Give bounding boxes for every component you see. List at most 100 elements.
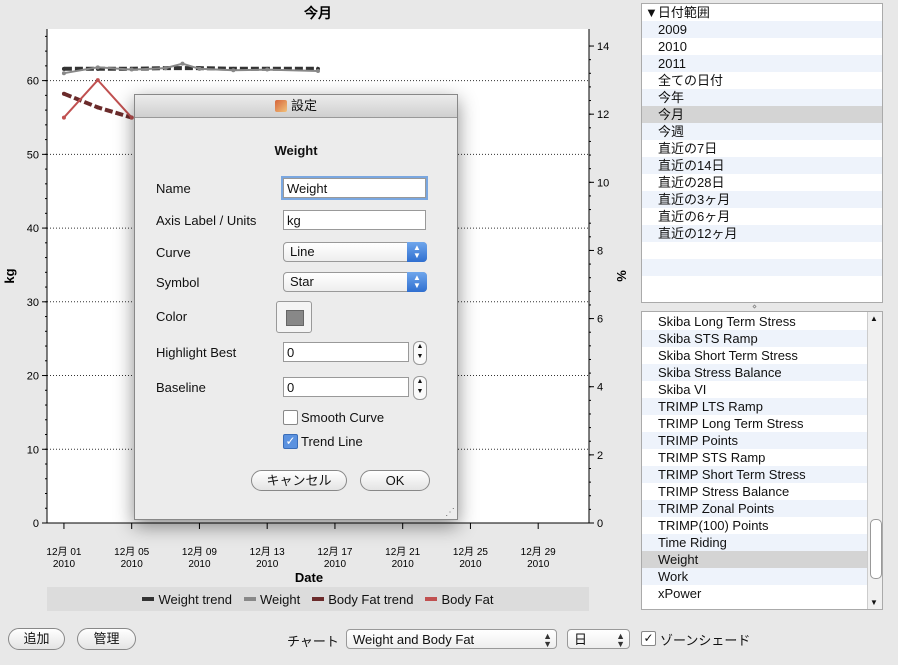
list-item[interactable]: xPower bbox=[642, 585, 882, 602]
date-range-list[interactable]: ▼日付範囲 2009 2010 2011 全ての日付 今年 今月 今週 直近の7日 直近の14日直… bbox=[641, 3, 883, 303]
x-tick-day: 12月 25 bbox=[453, 546, 488, 558]
list-item[interactable]: 2009 bbox=[642, 21, 882, 38]
list-item[interactable]: Skiba Long Term Stress bbox=[642, 313, 882, 330]
x-tick-year: 2010 bbox=[324, 559, 347, 570]
left-tick-label: 40 bbox=[27, 223, 39, 235]
chart-select[interactable]: Weight and Body Fat ▲ ▼ bbox=[346, 629, 557, 649]
list-item[interactable]: 直近の28日 bbox=[642, 174, 882, 191]
empty-row bbox=[642, 276, 882, 293]
date-range-header[interactable]: ▼日付範囲 bbox=[642, 4, 882, 21]
trend-line-checkbox[interactable]: ✓ bbox=[283, 434, 298, 449]
legend-body-fat: Body Fat bbox=[425, 592, 494, 607]
splitter-handle[interactable]: ⋄ bbox=[752, 302, 757, 311]
x-ticks: 12月 01201012月 05201012月 09201012月 132010… bbox=[46, 523, 556, 570]
list-item[interactable]: 直近の6ヶ月 bbox=[642, 208, 882, 225]
legend-weight-trend: Weight trend bbox=[142, 592, 232, 607]
cancel-button[interactable]: キャンセル bbox=[251, 470, 347, 491]
list-item[interactable]: TRIMP Long Term Stress bbox=[642, 415, 882, 432]
right-tick-label: 6 bbox=[597, 314, 603, 326]
resize-grip-icon[interactable]: ⋰ bbox=[445, 507, 455, 518]
list-item[interactable]: TRIMP Stress Balance bbox=[642, 483, 882, 500]
right-tick-label: 12 bbox=[597, 109, 609, 121]
left-tick-label: 20 bbox=[27, 371, 39, 383]
data-point bbox=[265, 67, 270, 72]
list-item[interactable]: TRIMP LTS Ramp bbox=[642, 398, 882, 415]
curve-select-value: Line bbox=[290, 244, 315, 259]
smooth-curve-label: Smooth Curve bbox=[301, 410, 385, 425]
name-input[interactable]: Weight bbox=[283, 178, 426, 198]
list-item[interactable]: 全ての日付 bbox=[642, 72, 882, 89]
list-item[interactable]: Weight bbox=[642, 551, 882, 568]
zone-shade-checkbox[interactable]: ✓ bbox=[641, 631, 656, 646]
x-tick-day: 12月 09 bbox=[182, 546, 217, 558]
period-select[interactable]: 日 ▲ ▼ bbox=[567, 629, 630, 649]
list-item[interactable]: 直近の3ヶ月 bbox=[642, 191, 882, 208]
data-point bbox=[197, 66, 202, 71]
dialog-titlebar[interactable]: 設定 bbox=[135, 95, 457, 118]
axis-label-label: Axis Label / Units bbox=[156, 213, 257, 228]
baseline-input[interactable]: 0 bbox=[283, 377, 409, 397]
right-tick-label: 10 bbox=[597, 177, 609, 189]
metrics-list[interactable]: Skiba Long Term Stress Skiba STS Ramp Skib… bbox=[641, 311, 883, 610]
x-tick-year: 2010 bbox=[527, 559, 550, 570]
left-axis-label: kg bbox=[2, 268, 17, 283]
highlight-best-input[interactable]: 0 bbox=[283, 342, 409, 362]
data-point bbox=[129, 67, 134, 72]
manage-button[interactable]: 管理 bbox=[77, 628, 136, 650]
list-item[interactable]: TRIMP Points bbox=[642, 432, 882, 449]
data-point bbox=[61, 66, 66, 71]
color-button[interactable] bbox=[276, 301, 312, 333]
list-item[interactable]: 2010 bbox=[642, 38, 882, 55]
ok-button[interactable]: OK bbox=[360, 470, 430, 491]
legend-swatch bbox=[312, 597, 325, 601]
list-item[interactable]: TRIMP Short Term Stress bbox=[642, 466, 882, 483]
baseline-label: Baseline bbox=[156, 380, 206, 395]
list-item[interactable]: 2011 bbox=[642, 55, 882, 72]
highlight-best-stepper[interactable]: ▲ ▼ bbox=[413, 341, 427, 365]
data-point bbox=[163, 66, 168, 71]
scroll-thumb[interactable] bbox=[870, 519, 882, 579]
baseline-stepper[interactable]: ▲ ▼ bbox=[413, 376, 427, 400]
right-tick-label: 14 bbox=[597, 41, 609, 53]
empty-row bbox=[642, 242, 882, 259]
list-item[interactable]: 今月 bbox=[642, 106, 882, 123]
select-arrows-icon: ▲ ▼ bbox=[407, 272, 427, 292]
curve-select[interactable]: Line ▲ ▼ bbox=[283, 242, 427, 262]
zone-shade-label: ゾーンシェード bbox=[660, 633, 751, 648]
list-item[interactable]: Time Riding bbox=[642, 534, 882, 551]
metrics-scrollbar[interactable]: ▲ ▼ bbox=[867, 312, 882, 609]
data-point bbox=[180, 61, 185, 66]
dialog-title: 設定 bbox=[290, 98, 317, 113]
list-item[interactable]: Skiba STS Ramp bbox=[642, 330, 882, 347]
legend-weight: Weight bbox=[243, 592, 300, 607]
list-item[interactable]: TRIMP(100) Points bbox=[642, 517, 882, 534]
list-item[interactable]: 今週 bbox=[642, 123, 882, 140]
smooth-curve-checkbox[interactable] bbox=[283, 410, 298, 425]
left-tick-label: 0 bbox=[33, 518, 39, 530]
list-item[interactable]: 直近の14日 bbox=[642, 157, 882, 174]
right-ticks: 0 2 4 6 8 10 12 14 bbox=[589, 41, 609, 530]
axis-label-input[interactable]: kg bbox=[283, 210, 426, 230]
data-point bbox=[316, 69, 320, 74]
list-item[interactable]: 直近の7日 bbox=[642, 140, 882, 157]
list-item[interactable]: Skiba Stress Balance bbox=[642, 364, 882, 381]
list-item[interactable]: TRIMP STS Ramp bbox=[642, 449, 882, 466]
right-tick-label: 4 bbox=[597, 382, 603, 394]
scroll-down-icon[interactable]: ▼ bbox=[870, 598, 878, 607]
add-button[interactable]: 追加 bbox=[8, 628, 65, 650]
x-tick-day: 12月 17 bbox=[317, 546, 352, 558]
chart-label: チャート bbox=[287, 634, 339, 649]
scroll-up-icon[interactable]: ▲ bbox=[870, 314, 878, 323]
list-item[interactable]: Work bbox=[642, 568, 882, 585]
symbol-select-value: Star bbox=[290, 274, 314, 289]
data-point bbox=[61, 91, 66, 96]
legend-swatch bbox=[243, 597, 256, 601]
dialog-heading: Weight bbox=[274, 143, 318, 158]
list-item[interactable]: Skiba Short Term Stress bbox=[642, 347, 882, 364]
select-arrows-icon: ▲ ▼ bbox=[543, 631, 552, 649]
list-item[interactable]: Skiba VI bbox=[642, 381, 882, 398]
list-item[interactable]: 今年 bbox=[642, 89, 882, 106]
symbol-select[interactable]: Star ▲ ▼ bbox=[283, 272, 427, 292]
list-item[interactable]: TRIMP Zonal Points bbox=[642, 500, 882, 517]
list-item[interactable]: 直近の12ヶ月 bbox=[642, 225, 882, 242]
